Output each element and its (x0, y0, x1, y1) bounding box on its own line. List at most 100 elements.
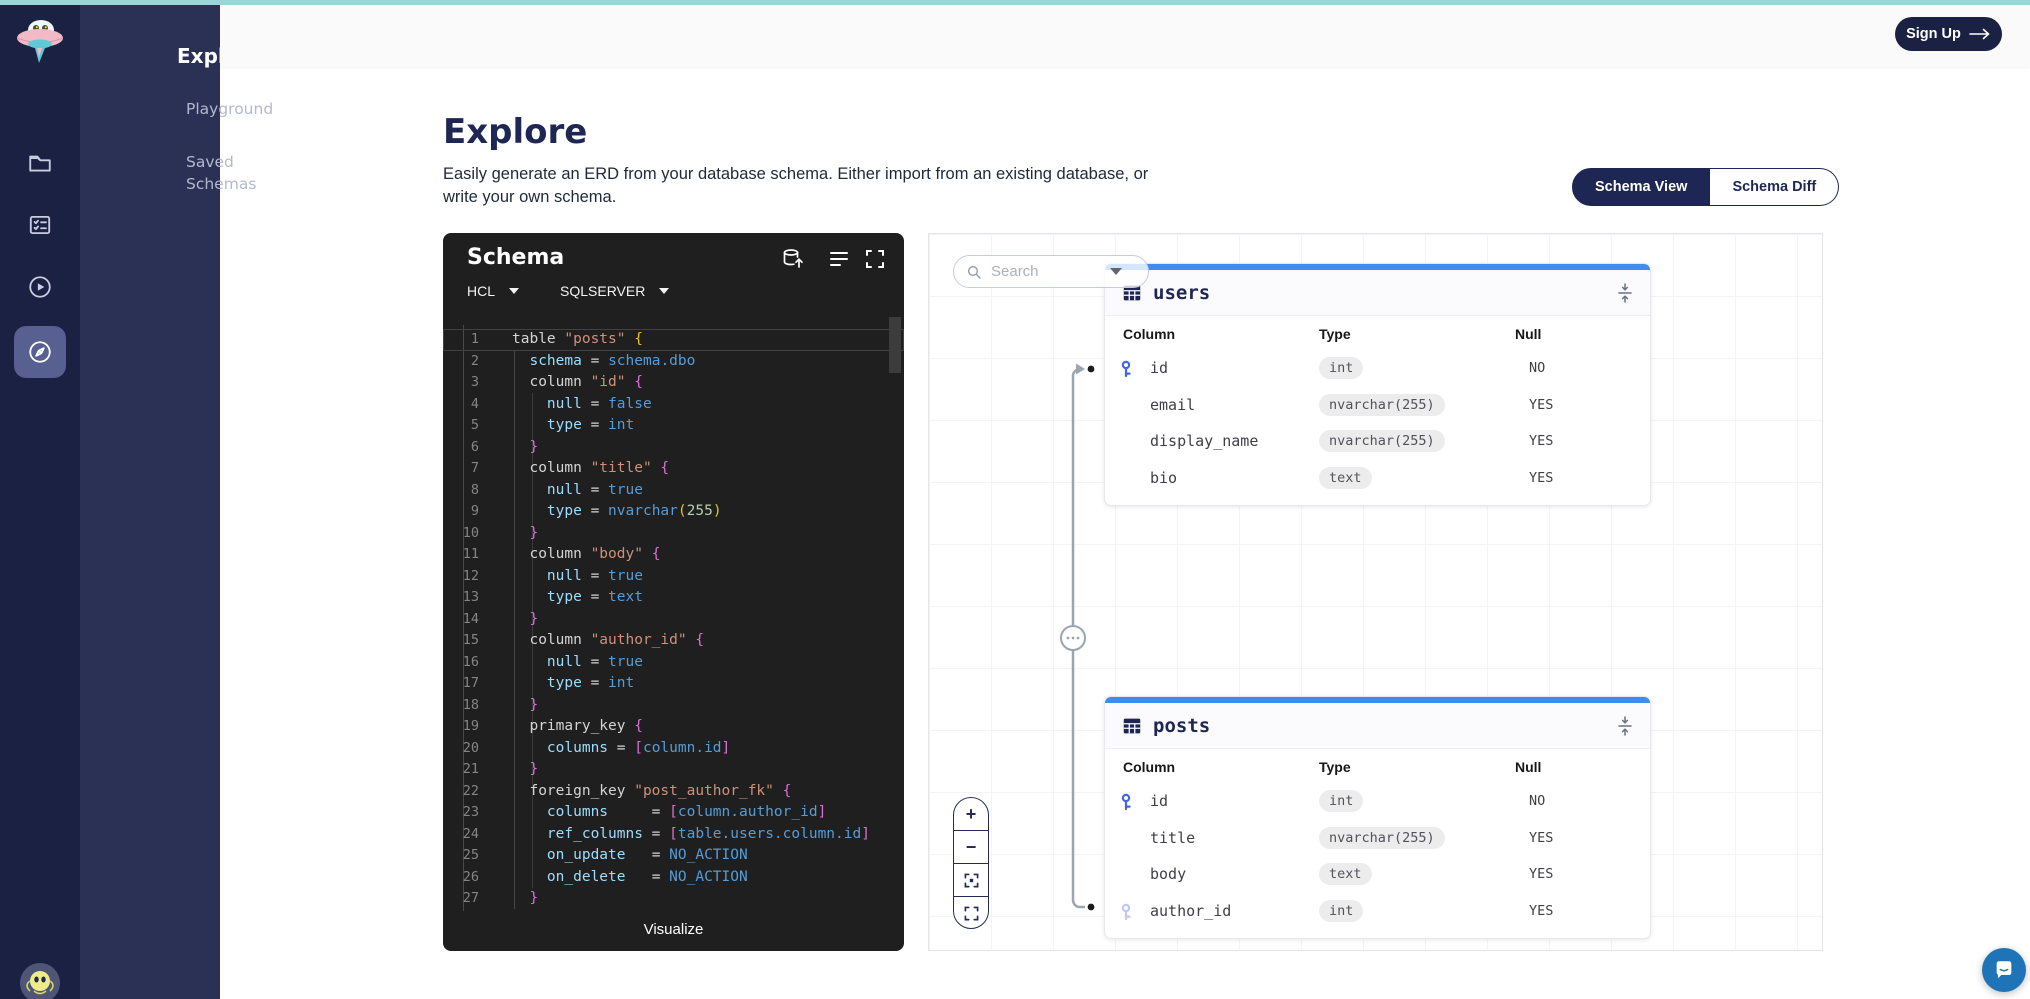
language-select-value: HCL (467, 283, 496, 299)
code-line[interactable]: 8 null = true (443, 480, 904, 502)
table-row-title[interactable]: title nvarchar(255) YES (1105, 821, 1650, 858)
line-content: type = int (546, 675, 635, 691)
search-icon (968, 265, 981, 279)
line-number: 23 (462, 804, 479, 820)
code-line[interactable]: 24 ref_columns = [table.users.column.id] (443, 824, 904, 846)
code-line[interactable]: 9 type = nvarchar(255) (443, 501, 904, 523)
fullscreen-icon (866, 250, 884, 268)
code-line[interactable]: 11 column "body" { (443, 544, 904, 566)
column-type: nvarchar(255) (1319, 393, 1445, 416)
ufo-logo-icon (16, 20, 64, 63)
sidebar-item-playground[interactable]: Playground (186, 98, 286, 120)
edge-menu-button[interactable] (1060, 625, 1086, 651)
sidebar-item-saved-schemas[interactable]: Saved Schemas (186, 151, 286, 195)
column-nullable: YES (1529, 866, 1554, 882)
line-content: column "title" { (512, 460, 670, 476)
tab-schema-view[interactable]: Schema View (1572, 168, 1711, 206)
dialect-select[interactable]: SQLSERVER (560, 283, 670, 299)
language-select[interactable]: HCL (467, 283, 520, 299)
line-number: 17 (462, 675, 479, 691)
search-input[interactable] (991, 263, 1101, 280)
fit-view-button[interactable] (954, 864, 988, 897)
code-line[interactable]: 7 column "title" { (443, 458, 904, 480)
header-null: Null (1515, 759, 1542, 775)
signup-button[interactable]: Sign Up (1895, 17, 2002, 51)
tasks-icon (29, 215, 51, 235)
column-type: nvarchar(255) (1319, 826, 1445, 849)
collapse-table-button[interactable] (1614, 715, 1636, 737)
code-lines: 1 table "posts" {2 schema = schema.dbo 3 c… (443, 329, 904, 910)
column-type: int (1319, 899, 1364, 922)
search-dropdown-chevron-icon[interactable] (1110, 268, 1122, 275)
code-line[interactable]: 3 column "id" { (443, 372, 904, 394)
format-code-button[interactable] (827, 247, 851, 271)
zoom-out-button[interactable]: − (954, 831, 988, 864)
code-line[interactable]: 1 table "posts" { (443, 329, 904, 351)
tab-schema-diff[interactable]: Schema Diff (1710, 168, 1840, 206)
chevron-down-icon (509, 288, 520, 294)
column-type: text (1319, 466, 1372, 489)
code-line[interactable]: 16 null = true (443, 652, 904, 674)
code-line[interactable]: 12 null = true (443, 566, 904, 588)
import-database-button[interactable] (781, 247, 805, 271)
table-card-users[interactable]: users Column Type Null id int NO email nvarc… (1104, 263, 1651, 506)
editor-fullscreen-button[interactable] (863, 247, 887, 271)
code-line[interactable]: 17 type = int (443, 673, 904, 695)
code-line[interactable]: 25 on_update = NO_ACTION (443, 845, 904, 867)
canvas-fullscreen-button[interactable] (954, 897, 988, 930)
line-number: 13 (462, 589, 479, 605)
sidebar-item-tasks[interactable] (27, 212, 53, 238)
code-line[interactable]: 5 type = int (443, 415, 904, 437)
key-cell (1117, 360, 1135, 378)
column-name: id (1150, 792, 1169, 810)
zoom-in-button[interactable]: + (954, 798, 988, 831)
sidebar-item-explore-active[interactable] (14, 326, 66, 378)
line-number: 22 (462, 782, 479, 799)
chat-launcher-button[interactable] (1982, 948, 2026, 992)
header-type: Type (1319, 326, 1351, 342)
code-line[interactable]: 21 } (443, 759, 904, 781)
code-line[interactable]: 13 type = text (443, 587, 904, 609)
avatar-creature-icon (20, 963, 60, 999)
column-name: bio (1150, 468, 1178, 487)
column-nullable: NO (1529, 793, 1546, 809)
database-import-icon (783, 249, 803, 268)
table-row-author_id[interactable]: author_id int YES (1105, 894, 1650, 931)
table-row-id[interactable]: id int NO (1105, 351, 1650, 388)
code-editor[interactable]: 1 table "posts" {2 schema = schema.dbo 3 c… (443, 315, 904, 911)
visualize-button[interactable]: Visualize (443, 907, 904, 951)
code-line[interactable]: 4 null = false (443, 394, 904, 416)
erd-canvas[interactable]: users Column Type Null id int NO email nvarc… (928, 233, 1823, 951)
line-number: 16 (462, 653, 479, 670)
line-content: } (529, 610, 539, 627)
app-logo-ufo[interactable] (8, 13, 72, 69)
code-line[interactable]: 2 schema = schema.dbo (443, 351, 904, 373)
code-line[interactable]: 18 } (443, 695, 904, 717)
table-row-display_name[interactable]: display_name nvarchar(255) YES (1105, 424, 1650, 461)
code-line[interactable]: 15 column "author_id" { (443, 630, 904, 652)
column-headers: Column Type Null (1105, 749, 1650, 784)
collapse-table-button[interactable] (1614, 282, 1636, 304)
user-avatar[interactable] (20, 963, 60, 999)
page-title: Explore (443, 112, 588, 152)
code-line[interactable]: 14 } (443, 609, 904, 631)
code-line[interactable]: 19 primary_key { (443, 716, 904, 738)
code-line[interactable]: 23 columns = [column.author_id] (443, 802, 904, 824)
code-line[interactable]: 20 columns = [column.id] (443, 738, 904, 760)
table-row-email[interactable]: email nvarchar(255) YES (1105, 388, 1650, 425)
table-row-body[interactable]: body text YES (1105, 857, 1650, 894)
line-number: 5 (470, 417, 479, 433)
code-line[interactable]: 10 } (443, 523, 904, 545)
table-row-bio[interactable]: bio text YES (1105, 461, 1650, 498)
column-name: email (1150, 395, 1196, 414)
table-row-id[interactable]: id int NO (1105, 784, 1650, 821)
code-line[interactable]: 22 foreign_key "post_author_fk" { (443, 781, 904, 803)
table-card-posts[interactable]: posts Column Type Null id int NO title nvarc… (1104, 696, 1651, 939)
editor-scrollbar[interactable] (889, 317, 901, 373)
code-line[interactable]: 6 } (443, 437, 904, 459)
code-line[interactable]: 26 on_delete = NO_ACTION (443, 867, 904, 889)
column-name: author_id (1150, 901, 1232, 920)
sidebar-item-projects[interactable] (27, 150, 53, 176)
column-headers: Column Type Null (1105, 316, 1650, 351)
sidebar-item-run[interactable] (27, 274, 53, 300)
